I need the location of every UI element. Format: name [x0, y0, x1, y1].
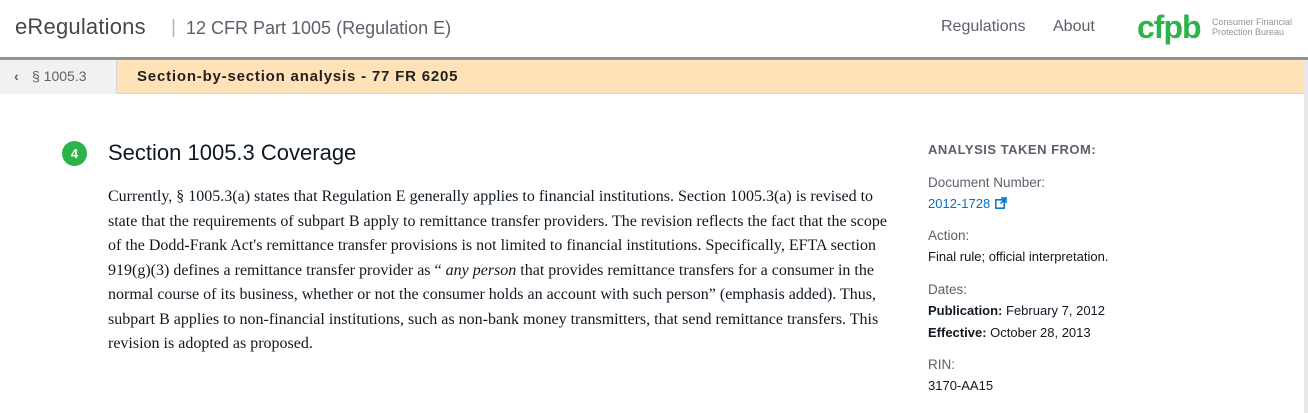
section-subbar: ‹ § 1005.3 Section-by-section analysis -… — [0, 60, 1308, 94]
external-link-icon — [995, 197, 1007, 209]
logo-caption-line2: Protection Bureau — [1212, 27, 1285, 37]
document-number-label: Document Number: — [928, 175, 1046, 190]
action-label: Action: — [928, 228, 970, 243]
rin-label: RIN: — [928, 357, 955, 372]
back-section-label: § 1005.3 — [32, 68, 87, 84]
analysis-sidebar: ANALYSIS TAKEN FROM: Document Number: 20… — [928, 142, 1258, 393]
paragraph-emphasis: any person — [445, 261, 517, 279]
rin-value: 3170-AA15 — [928, 378, 994, 393]
cfpb-logo-caption: Consumer Financial Protection Bureau — [1212, 17, 1302, 37]
nav-regulations-link[interactable]: Regulations — [941, 18, 1026, 36]
effective-value: October 28, 2013 — [990, 325, 1091, 340]
analysis-paragraph: Currently, § 1005.3(a) states that Regul… — [108, 185, 888, 357]
section-number-badge: 4 — [62, 141, 87, 166]
site-brand[interactable]: eRegulations — [15, 14, 146, 40]
publication-label: Publication: — [928, 303, 1003, 318]
effective-date: Effective: October 28, 2013 — [928, 325, 1091, 340]
document-number-value[interactable]: 2012-1728 — [928, 196, 990, 211]
site-header: eRegulations | 12 CFR Part 1005 (Regulat… — [0, 0, 1308, 57]
logo-caption-line1: Consumer Financial — [1212, 17, 1293, 27]
effective-label: Effective: — [928, 325, 987, 340]
action-value: Final rule; official interpretation. — [928, 249, 1109, 264]
chevron-left-icon: ‹ — [14, 68, 19, 84]
right-scroll-edge — [1304, 60, 1308, 413]
cfpb-logo-text: cfpb — [1137, 12, 1201, 45]
cfpb-logo[interactable]: cfpb — [1137, 12, 1207, 46]
publication-date: Publication: February 7, 2012 — [928, 303, 1105, 318]
nav-about-link[interactable]: About — [1053, 18, 1095, 36]
dates-label: Dates: — [928, 282, 968, 297]
title-separator: | — [171, 17, 176, 38]
document-number-link[interactable]: 2012-1728 — [928, 196, 1007, 211]
publication-value: February 7, 2012 — [1006, 303, 1106, 318]
analysis-title: Section-by-section analysis - 77 FR 6205 — [137, 68, 459, 85]
section-heading: Section 1005.3 Coverage — [108, 140, 357, 165]
regulation-title[interactable]: 12 CFR Part 1005 (Regulation E) — [186, 18, 451, 39]
sidebar-heading: ANALYSIS TAKEN FROM: — [928, 142, 1097, 157]
back-to-section-button[interactable]: ‹ § 1005.3 — [0, 60, 117, 94]
